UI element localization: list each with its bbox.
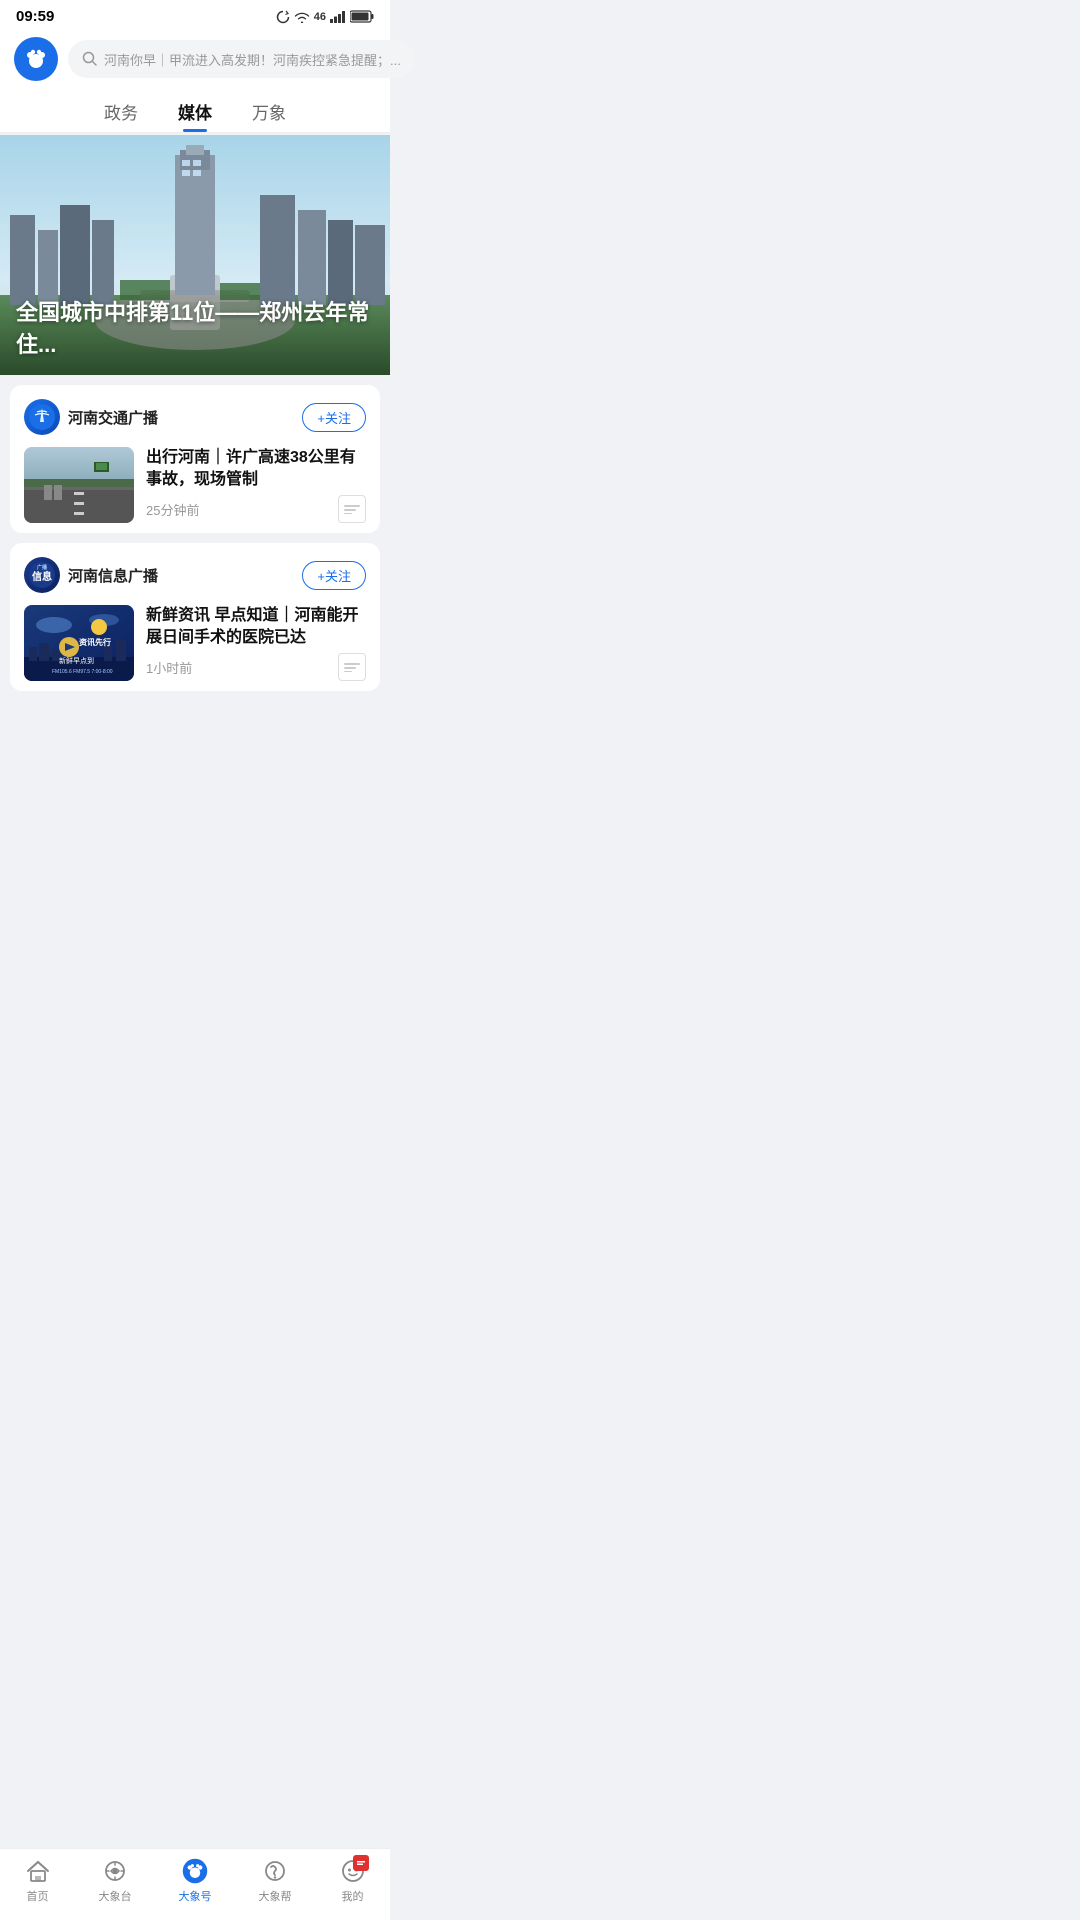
nav-item-daxianghao[interactable]: 大象号 (179, 1857, 212, 1904)
search-placeholder: 河南你早｜甲流进入高发期！河南疾控紧急提醒；... (104, 50, 401, 69)
wifi-icon (294, 11, 310, 23)
daxianghao-icon (181, 1857, 209, 1885)
channel-header-traffic: 河南交通广播 +关注 (24, 399, 366, 435)
follow-button-info[interactable]: +关注 (302, 561, 366, 590)
news-item-traffic[interactable]: 出行河南｜许广高速38公里有事故，现场管制 25分钟前 (24, 447, 366, 529)
news-thumb-traffic (24, 447, 134, 523)
nav-item-home[interactable]: 首页 (24, 1857, 52, 1904)
news-time-traffic: 25分钟前 (146, 500, 199, 519)
channel-header-info: 信息 广播 河南信息广播 +关注 (24, 557, 366, 593)
search-icon (82, 51, 98, 67)
tab-media[interactable]: 媒体 (178, 99, 212, 132)
news-meta-info: 1小时前 (146, 653, 366, 681)
more-icon-info[interactable] (338, 653, 366, 681)
news-thumb-info: 资讯先行 新鲜早点到 FM105.6 FM97.5 7:00-8:00 (24, 605, 134, 681)
bottom-nav: 首页 大象台 大象号 (0, 1848, 390, 1920)
news-title-info: 新鲜资讯 早点知道｜河南能开展日间手术的医院已达 (146, 605, 366, 650)
daxiangbang-icon (261, 1857, 289, 1885)
svg-text:FM105.6 FM97.5 7:00-8:00: FM105.6 FM97.5 7:00-8:00 (52, 669, 113, 675)
network-type: 46 (314, 11, 326, 23)
daxiangtai-icon (101, 1857, 129, 1885)
channel-card-info: 信息 广播 河南信息广播 +关注 (10, 543, 380, 691)
status-bar: 09:59 46 (0, 0, 390, 29)
nav-label-daxianghao: 大象号 (179, 1888, 212, 1904)
more-icon-traffic[interactable] (338, 495, 366, 523)
mine-icon-wrapper (339, 1857, 367, 1885)
nav-label-home: 首页 (27, 1888, 49, 1904)
hero-banner[interactable]: 全国城市中排第11位——郑州去年常住... (0, 135, 390, 375)
tab-politics[interactable]: 政务 (104, 99, 138, 132)
news-title-traffic: 出行河南｜许广高速38公里有事故，现场管制 (146, 447, 366, 492)
nav-label-mine: 我的 (342, 1888, 364, 1904)
nav-item-daxiangtai[interactable]: 大象台 (99, 1857, 132, 1904)
channel-logo-info: 信息 广播 (24, 557, 60, 593)
signal-icon (330, 11, 346, 23)
search-bar[interactable]: 河南你早｜甲流进入高发期！河南疾控紧急提醒；... (68, 40, 415, 78)
status-icons: 46 (276, 10, 374, 24)
news-meta-traffic: 25分钟前 (146, 495, 366, 523)
hero-title: 全国城市中排第11位——郑州去年常住... (16, 295, 374, 359)
battery-icon (350, 10, 374, 23)
tab-world[interactable]: 万象 (252, 99, 286, 132)
notification-badge (353, 1855, 369, 1871)
channel-logo-traffic (24, 399, 60, 435)
news-content-info: 新鲜资讯 早点知道｜河南能开展日间手术的医院已达 1小时前 (146, 605, 366, 681)
news-item-info[interactable]: 资讯先行 新鲜早点到 FM105.6 FM97.5 7:00-8:00 新鲜资讯… (24, 605, 366, 687)
follow-button-traffic[interactable]: +关注 (302, 403, 366, 432)
status-time: 09:59 (16, 8, 54, 25)
refresh-icon (276, 10, 290, 24)
nav-label-daxiangbang: 大象帮 (259, 1888, 292, 1904)
nav-label-daxiangtai: 大象台 (99, 1888, 132, 1904)
header: 河南你早｜甲流进入高发期！河南疾控紧急提醒；... (0, 29, 390, 91)
nav-tabs: 政务 媒体 万象 (0, 91, 390, 133)
svg-text:广播: 广播 (37, 564, 48, 571)
news-content-traffic: 出行河南｜许广高速38公里有事故，现场管制 25分钟前 (146, 447, 366, 523)
nav-item-daxiangbang[interactable]: 大象帮 (259, 1857, 292, 1904)
channel-name-traffic: 河南交通广播 (68, 407, 158, 428)
channel-info-info: 信息 广播 河南信息广播 (24, 557, 158, 593)
content-area: 河南交通广播 +关注 (0, 375, 390, 701)
svg-text:资讯先行: 资讯先行 (79, 637, 111, 647)
app-logo[interactable] (14, 37, 58, 81)
channel-card-traffic: 河南交通广播 +关注 (10, 385, 380, 533)
channel-info-traffic: 河南交通广播 (24, 399, 158, 435)
svg-text:信息: 信息 (32, 570, 52, 583)
nav-item-mine[interactable]: 我的 (339, 1857, 367, 1904)
channel-name-info: 河南信息广播 (68, 565, 158, 586)
home-icon (24, 1857, 52, 1885)
svg-text:新鲜早点到: 新鲜早点到 (59, 656, 94, 665)
news-time-info: 1小时前 (146, 658, 192, 677)
